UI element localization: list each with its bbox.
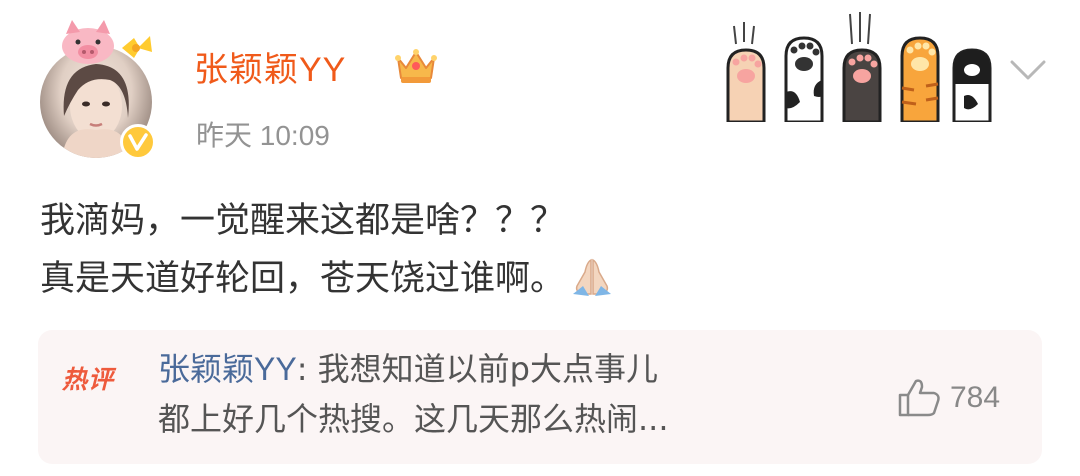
hot-comment-author[interactable]: 张颖颖YY [158, 351, 297, 387]
author-name[interactable]: 张颖颖YY [194, 42, 346, 91]
hot-comment-separator: : [296, 350, 318, 388]
hot-comment-badge: 热评 [62, 365, 115, 394]
crown-icon[interactable] [394, 46, 438, 86]
hot-comment-card[interactable]: 热评 张颖颖YY: 我想知道以前p大点事儿 都上好几个热搜。这几天那么热闹...… [38, 330, 1042, 464]
chevron-down-icon[interactable] [1008, 56, 1048, 86]
post-content: 我滴妈，一觉醒来这都是啥？？？ 真是天道好轮回，苍天饶过谁啊。 [40, 192, 1040, 308]
post-content-line-1: 我滴妈，一觉醒来这都是啥？？？ [40, 201, 566, 241]
hot-comment-line-1: 张颖颖YY: 我想知道以前p大点事儿 [158, 344, 848, 394]
like-button[interactable]: 784 [896, 376, 1000, 420]
thumb-up-icon[interactable] [896, 377, 942, 419]
hot-comment-text: 张颖颖YY: 我想知道以前p大点事儿 都上好几个热搜。这几天那么热闹... [158, 344, 848, 444]
post-content-line-2-text: 真是天道好轮回，苍天饶过谁啊。 [40, 259, 566, 299]
pray-icon [569, 256, 615, 296]
hot-comment-line-2: 都上好几个热搜。这几天那么热闹... [158, 400, 669, 438]
verified-v-badge-icon [120, 124, 156, 160]
like-count: 784 [950, 381, 1001, 414]
hot-comment-line-1-text: 我想知道以前p大点事儿 [317, 350, 658, 388]
cat-paws-icon [722, 4, 994, 124]
author-avatar-group[interactable] [40, 18, 168, 160]
post-timestamp: 昨天 10:09 [196, 120, 330, 151]
post-content-line-2: 真是天道好轮回，苍天饶过谁啊。 [40, 250, 1040, 308]
pig-ears-icon [54, 18, 154, 66]
